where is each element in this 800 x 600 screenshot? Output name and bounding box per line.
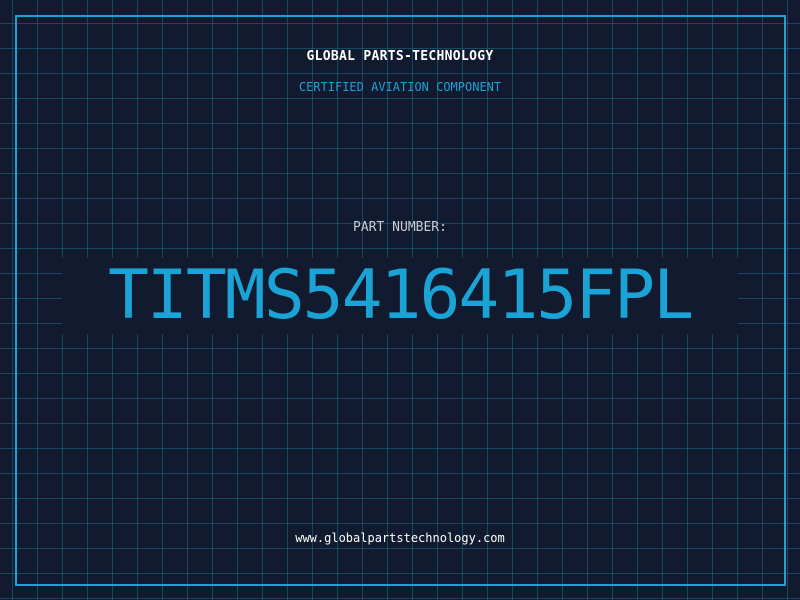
part-number-label: PART NUMBER: <box>353 220 447 235</box>
part-number-value: TITMS5416415FPL <box>107 256 694 335</box>
website-url: www.globalpartstechnology.com <box>295 531 505 545</box>
certification-subtitle: CERTIFIED AVIATION COMPONENT <box>298 80 502 94</box>
brand-name: GLOBAL PARTS-TECHNOLOGY <box>306 49 494 64</box>
label-canvas: GLOBAL PARTS-TECHNOLOGY CERTIFIED AVIATI… <box>0 0 800 600</box>
